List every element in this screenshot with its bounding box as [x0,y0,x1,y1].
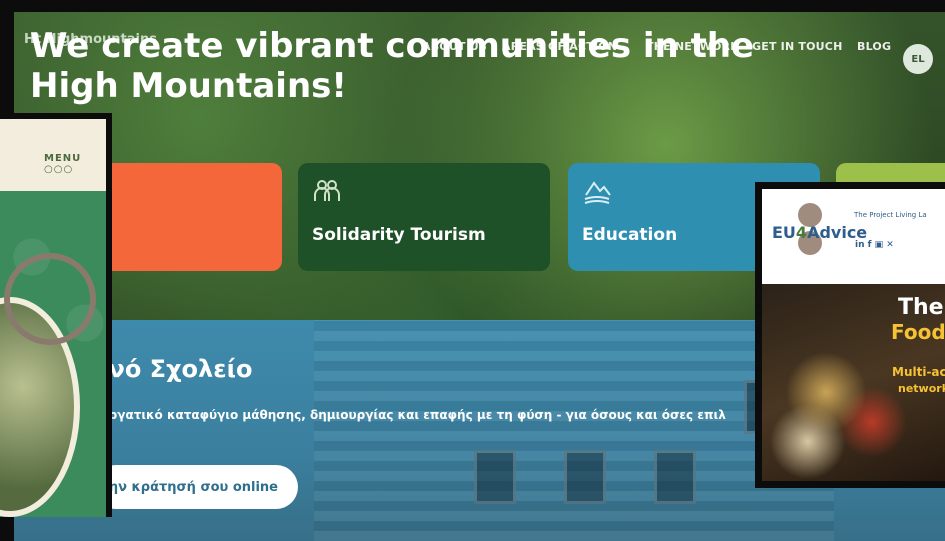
overlay-subtitle: Multi-ac [892,365,945,379]
window [564,450,606,504]
right-overlay-page: EU4Advice The Project Living La in f ▣ ✕… [762,189,945,481]
logo-prefix: EU [772,223,796,242]
nav-blog[interactable]: BLOG [857,40,891,53]
section-title: ανό Σχολείο [92,355,253,383]
hero-title: We create vibrant communities in the Hig… [30,26,755,106]
book-online-button[interactable]: την κράτησή σου online [94,465,298,509]
mountain-book-icon [584,181,611,204]
right-overlay-screenshot: EU4Advice The Project Living La in f ▣ ✕… [755,182,945,488]
decorative-ring [4,253,96,345]
left-overlay-page: MENU ○○○ [0,119,106,517]
overlay-nav-links[interactable]: The Project Living La [854,211,927,219]
overlay-headline-2: Food [891,320,945,344]
social-icons[interactable]: in f ▣ ✕ [855,240,894,250]
card-label: Solidarity Tourism [312,225,486,245]
menu-button[interactable]: MENU ○○○ [44,153,106,175]
card-solidarity-tourism[interactable]: Solidarity Tourism [298,163,550,271]
eu4advice-logo[interactable]: EU4Advice [772,223,867,242]
card-label: Education [582,225,678,245]
section-description: εργατικό καταφύγιο μάθησης, δημιουργίας … [102,408,726,422]
language-switch[interactable]: EL [903,44,933,74]
logo-digit: 4 [795,223,808,242]
left-overlay-screenshot: MENU ○○○ [0,113,112,517]
window [654,450,696,504]
overlay-subtitle-2: network f [898,382,945,395]
overlay-headline: The [898,295,944,320]
people-icon [314,180,340,201]
window [474,450,516,504]
